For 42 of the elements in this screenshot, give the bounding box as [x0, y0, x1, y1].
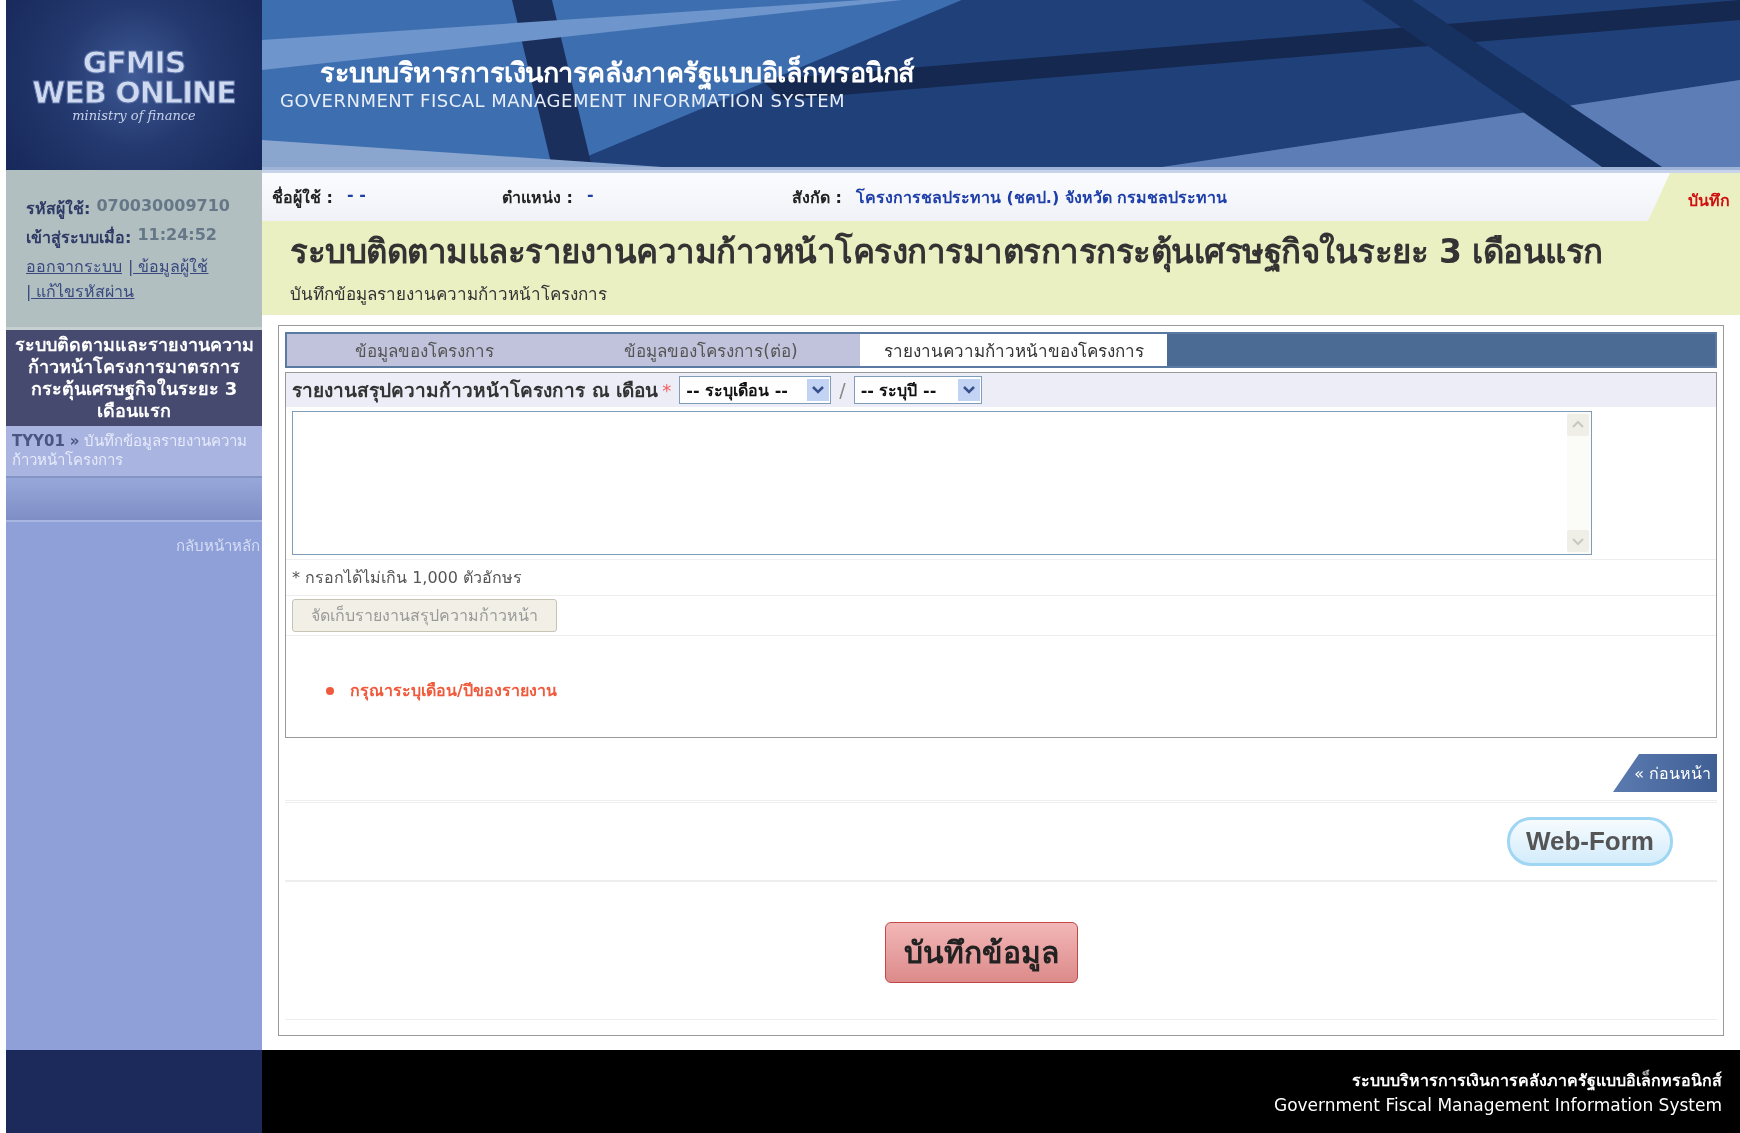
- user-link[interactable]: ออกจากระบบ: [26, 254, 122, 279]
- caret-icon: [957, 379, 980, 401]
- tab[interactable]: รายงานความก้าวหน้าของโครงการ: [860, 334, 1167, 366]
- user-link[interactable]: | แก้ไขรหัสผ่าน: [26, 279, 135, 304]
- user-id-label: รหัสผู้ใช้:: [26, 198, 91, 221]
- login-time-label: เข้าสู่ระบบเมื่อ:: [26, 225, 132, 250]
- info-value: - -: [346, 184, 366, 206]
- footer-subtitle: Government Fiscal Management Information System: [1273, 1095, 1722, 1115]
- scroll-down-icon[interactable]: [1567, 530, 1589, 552]
- month-select[interactable]: -- ระบุเดือน --: [679, 376, 832, 404]
- logo: GFMIS WEB ONLINE ministry of finance: [6, 0, 262, 170]
- banner-subtitle: GOVERNMENT FISCAL MANAGEMENT INFORMATION SYSTEM: [280, 90, 846, 111]
- save-button[interactable]: บันทึกข้อมูล: [884, 922, 1078, 983]
- year-select[interactable]: -- ระบุปี --: [853, 376, 982, 404]
- tab[interactable]: ข้อมูลของโครงการ(ต่อ): [562, 334, 860, 366]
- hint-text: * กรอกได้ไม่เกิน 1,000 ตัวอักษร: [286, 560, 1716, 596]
- footer-title: ระบบบริหารการเงินการคลังภาครัฐแบบอิเล็กทรอนิกส์: [1352, 1068, 1722, 1093]
- info-label: ตำแหน่ง :: [502, 186, 573, 209]
- form-label: รายงานสรุปความก้าวหน้าโครงการ ณ เดือน: [292, 378, 659, 405]
- page-subtitle: บันทึกข้อมูลรายงานความก้าวหน้าโครงการ: [290, 283, 608, 307]
- web-form-button[interactable]: Web-Form: [1506, 817, 1673, 866]
- breadcrumb: TYY01 » บันทึกข้อมูลรายงานความก้าวหน้าโครงการ: [6, 426, 262, 478]
- bullet-icon: [326, 686, 334, 695]
- info-label: ชื่อผู้ใช้ :: [272, 185, 333, 210]
- login-time: 11:24:52: [137, 225, 217, 246]
- caret-icon: [807, 379, 830, 401]
- info-label: สังกัด :: [792, 186, 842, 209]
- user-id: 070030009710: [96, 196, 230, 217]
- report-textarea[interactable]: [292, 411, 1592, 555]
- mode-badge: บันทึก: [1648, 173, 1740, 221]
- tab[interactable]: ข้อมูลของโครงการ: [287, 334, 562, 366]
- user-link[interactable]: | ข้อมูลผู้ใช้: [128, 254, 209, 279]
- scrollbar[interactable]: [1567, 412, 1591, 554]
- required-mark: *: [662, 379, 672, 401]
- banner-title: ระบบบริหารการเงินการคลังภาครัฐแบบอิเล็กทรอนิกส์: [319, 56, 914, 90]
- separator: /: [839, 379, 846, 401]
- menu-title: ระบบติดตามและรายงานความก้าวหน้าโครงการมาตรการกระตุ้นเศรษฐกิจในระยะ 3 เดือนแรก: [6, 330, 262, 426]
- error-message: กรุณาระบุเดือน/ปีของรายงาน: [350, 680, 557, 703]
- info-value: โครงการชลประทาน (ชคป.) จังหวัด กรมชลประทาน: [855, 186, 1228, 209]
- scroll-up-icon[interactable]: [1567, 414, 1589, 436]
- page-title: ระบบติดตามและรายงานความก้าวหน้าโครงการมาตรการกระตุ้นเศรษฐกิจในระยะ 3 เดือนแรก: [290, 231, 1604, 275]
- info-value: -: [586, 184, 594, 206]
